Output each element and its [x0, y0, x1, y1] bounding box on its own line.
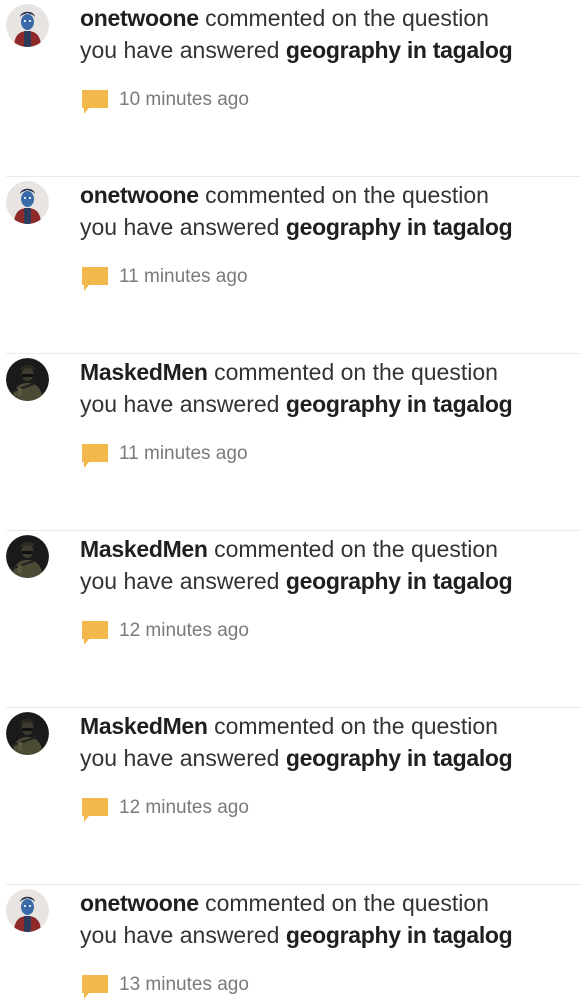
- timestamp: 11 minutes ago: [119, 266, 248, 287]
- question-link[interactable]: geography in tagalog: [286, 37, 513, 63]
- timestamp: 10 minutes ago: [119, 89, 249, 110]
- notification-context: you have answered: [80, 37, 280, 63]
- soldier-avatar-icon[interactable]: [6, 535, 49, 578]
- notification-text: onetwoone commented on the question you …: [80, 887, 583, 951]
- notification-text: onetwoone commented on the question you …: [80, 179, 583, 243]
- soldier-avatar-icon[interactable]: [6, 358, 49, 401]
- notification-item[interactable]: onetwoone commented on the question you …: [0, 885, 583, 1006]
- speech-bubble-icon: [82, 975, 108, 999]
- notification-action: commented on the question: [205, 182, 489, 208]
- notification-context: you have answered: [80, 922, 280, 948]
- notification-item[interactable]: onetwoone commented on the question you …: [0, 0, 583, 177]
- notification-feed: onetwoone commented on the question you …: [0, 0, 583, 1006]
- notification-item[interactable]: MaskedMen commented on the question you …: [0, 531, 583, 708]
- notification-context: you have answered: [80, 568, 280, 594]
- user-avatar-icon[interactable]: [6, 181, 49, 224]
- timestamp: 12 minutes ago: [119, 797, 249, 818]
- user-avatar-icon[interactable]: [6, 4, 49, 47]
- notification-text: MaskedMen commented on the question you …: [80, 356, 583, 420]
- notification-username[interactable]: onetwoone: [80, 5, 199, 31]
- soldier-avatar-icon[interactable]: [6, 712, 49, 755]
- timestamp: 13 minutes ago: [119, 974, 249, 995]
- question-link[interactable]: geography in tagalog: [286, 922, 513, 948]
- notification-item[interactable]: MaskedMen commented on the question you …: [0, 708, 583, 885]
- notification-username[interactable]: onetwoone: [80, 182, 199, 208]
- speech-bubble-icon: [82, 267, 108, 291]
- speech-bubble-icon: [82, 798, 108, 822]
- notification-context: you have answered: [80, 214, 280, 240]
- speech-bubble-icon: [82, 90, 108, 114]
- notification-username[interactable]: MaskedMen: [80, 359, 208, 385]
- speech-bubble-icon: [82, 444, 108, 468]
- notification-username[interactable]: MaskedMen: [80, 713, 208, 739]
- notification-context: you have answered: [80, 745, 280, 771]
- notification-username[interactable]: MaskedMen: [80, 536, 208, 562]
- question-link[interactable]: geography in tagalog: [286, 214, 513, 240]
- timestamp: 12 minutes ago: [119, 620, 249, 641]
- notification-username[interactable]: onetwoone: [80, 890, 199, 916]
- notification-text: MaskedMen commented on the question you …: [80, 533, 583, 597]
- notification-item[interactable]: onetwoone commented on the question you …: [0, 177, 583, 354]
- notification-context: you have answered: [80, 391, 280, 417]
- notification-action: commented on the question: [214, 713, 498, 739]
- notification-action: commented on the question: [214, 536, 498, 562]
- question-link[interactable]: geography in tagalog: [286, 745, 513, 771]
- user-avatar-icon[interactable]: [6, 889, 49, 932]
- speech-bubble-icon: [82, 621, 108, 645]
- notification-text: MaskedMen commented on the question you …: [80, 710, 583, 774]
- notification-action: commented on the question: [214, 359, 498, 385]
- timestamp: 11 minutes ago: [119, 443, 248, 464]
- notification-action: commented on the question: [205, 890, 489, 916]
- notification-text: onetwoone commented on the question you …: [80, 2, 583, 66]
- question-link[interactable]: geography in tagalog: [286, 568, 513, 594]
- notification-action: commented on the question: [205, 5, 489, 31]
- notification-item[interactable]: MaskedMen commented on the question you …: [0, 354, 583, 531]
- question-link[interactable]: geography in tagalog: [286, 391, 513, 417]
